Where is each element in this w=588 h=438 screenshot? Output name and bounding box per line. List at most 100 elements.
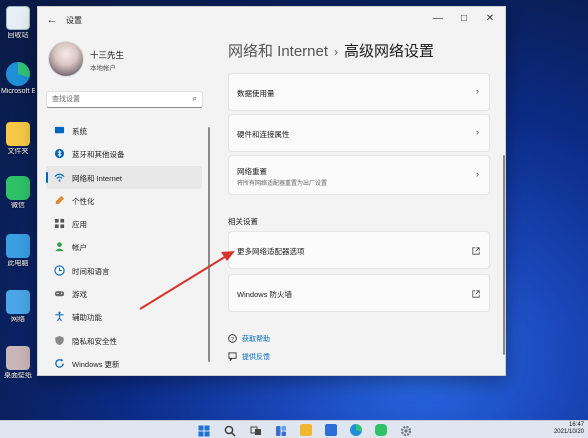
desktop-icon-label: 文件夹 — [7, 148, 29, 155]
system-clock[interactable]: 16:47 2021/10/20 — [554, 422, 584, 436]
user-profile[interactable]: 十三先生 本地帐户 — [48, 41, 208, 81]
network-icon — [6, 290, 30, 314]
avatar — [48, 41, 84, 77]
sidebar-item-personalization[interactable]: 个性化 — [46, 189, 202, 212]
sidebar-nav: 系统 蓝牙和其他设备 网络和 Internet 个性化 应用 帐户 时间和语言 — [46, 119, 206, 375]
update-icon — [55, 358, 64, 368]
sidebar-item-label: 隐私和安全性 — [72, 336, 117, 346]
window-title: 设置 — [66, 16, 82, 25]
sidebar-item-label: 游戏 — [72, 290, 87, 300]
desktop-icon-label: 此电脑 — [7, 260, 29, 267]
gamepad-icon — [54, 291, 65, 297]
chevron-right-icon: › — [476, 86, 479, 96]
network-reset-card[interactable]: 网络重置 将所有网络适配器重置为出厂设置 › — [228, 155, 490, 195]
breadcrumb-separator: › — [334, 45, 339, 59]
search-icon[interactable]: ⌕ — [193, 94, 197, 104]
chevron-right-icon: › — [476, 127, 479, 137]
external-link-icon — [472, 247, 480, 255]
sidebar-item-label: 系统 — [72, 127, 87, 136]
card-title: 更多网络适配器选项 — [237, 247, 305, 256]
maximize-button[interactable]: ☐ — [453, 11, 475, 27]
windows-firewall-card[interactable]: Windows 防火墙 — [228, 274, 490, 312]
clock-time: 16:47 — [568, 422, 584, 428]
active-indicator — [46, 171, 48, 183]
wechat-icon — [6, 176, 30, 200]
folder-icon — [6, 122, 30, 146]
desktop-icon-recycle-bin[interactable]: 回收站 — [1, 6, 35, 40]
minimize-button[interactable]: — — [427, 11, 449, 27]
link-label: 获取帮助 — [242, 336, 270, 343]
sidebar-scrollbar[interactable] — [208, 127, 210, 362]
display-icon — [54, 126, 65, 134]
account-icon — [55, 242, 64, 252]
breadcrumb: 网络和 Internet › 高级网络设置 — [228, 40, 434, 61]
card-title: 网络重置 — [237, 167, 267, 176]
brush-icon — [55, 195, 65, 205]
desktop-icon-label: 回收站 — [7, 32, 29, 39]
settings-icon[interactable] — [400, 424, 412, 437]
accessibility-icon — [55, 312, 64, 322]
breadcrumb-parent[interactable]: 网络和 Internet — [228, 43, 328, 60]
title-bar: ← 设置 — ☐ ✕ — [38, 7, 505, 33]
sidebar-item-label: 应用 — [72, 220, 87, 230]
settings-window: ← 设置 — ☐ ✕ 十三先生 本地帐户 ⌕ 系统 蓝牙和其他设备 网络和 In… — [37, 6, 506, 376]
account-type: 本地帐户 — [90, 65, 116, 72]
desktop-icon-wallpaper[interactable]: 桌面壁纸 — [1, 346, 35, 380]
desktop-icon-this-pc[interactable]: 此电脑 — [1, 234, 35, 268]
back-button[interactable]: ← — [44, 12, 60, 28]
widgets-icon[interactable] — [275, 424, 287, 436]
sidebar-item-accessibility[interactable]: 辅助功能 — [46, 305, 202, 328]
edge-icon[interactable] — [350, 424, 362, 436]
sidebar-item-label: 帐户 — [72, 243, 87, 253]
desktop-icon-wechat[interactable]: 微信 — [1, 176, 35, 210]
sidebar-item-label: 时间和语言 — [72, 266, 110, 276]
edge-icon — [6, 62, 30, 86]
sidebar-item-apps[interactable]: 应用 — [46, 212, 202, 235]
sidebar-item-windows-update[interactable]: Windows 更新 — [46, 352, 202, 375]
wifi-icon — [54, 173, 65, 182]
desktop-icon-network[interactable]: 网络 — [1, 290, 35, 324]
sidebar-item-accounts[interactable]: 帐户 — [46, 235, 202, 258]
apps-icon — [54, 219, 65, 229]
bluetooth-icon — [54, 149, 65, 159]
hardware-properties-card[interactable]: 硬件和连接属性 › — [228, 114, 490, 152]
start-icon[interactable] — [198, 424, 210, 437]
sidebar-item-label: 网络和 Internet — [72, 173, 123, 183]
wechat-icon[interactable] — [375, 424, 387, 436]
close-button[interactable]: ✕ — [479, 11, 501, 27]
related-settings-heading: 相关设置 — [228, 217, 258, 226]
file-explorer-icon[interactable] — [300, 424, 312, 436]
globe-clock-icon — [54, 265, 65, 276]
desktop-icon-label: Microsoft Edge — [1, 88, 35, 95]
sidebar-item-system[interactable]: 系统 — [46, 119, 202, 142]
search-box[interactable]: ⌕ — [46, 91, 203, 108]
sidebar-item-network[interactable]: 网络和 Internet — [46, 165, 202, 189]
card-title: 硬件和连接属性 — [237, 130, 290, 139]
recycle-bin-icon — [6, 6, 30, 30]
sidebar-item-label: 辅助功能 — [72, 313, 102, 323]
sidebar-item-label: 蓝牙和其他设备 — [72, 150, 125, 160]
desktop-icon-edge[interactable]: Microsoft Edge — [1, 62, 35, 96]
external-link-icon — [472, 290, 480, 298]
card-title: 数据使用量 — [237, 89, 275, 98]
task-view-icon[interactable] — [250, 424, 262, 436]
sidebar-item-time-language[interactable]: 时间和语言 — [46, 259, 202, 282]
wallpaper-icon — [6, 346, 30, 370]
sidebar-item-label: 个性化 — [72, 196, 95, 206]
search-icon[interactable] — [224, 424, 236, 437]
sidebar-item-gaming[interactable]: 游戏 — [46, 282, 202, 305]
desktop-icon-label: 微信 — [11, 202, 25, 209]
shield-icon — [55, 335, 64, 345]
sidebar-item-bluetooth[interactable]: 蓝牙和其他设备 — [46, 142, 202, 165]
sidebar-item-privacy[interactable]: 隐私和安全性 — [46, 329, 202, 352]
link-label: 提供反馈 — [242, 354, 270, 361]
search-input[interactable] — [52, 93, 182, 106]
card-subtitle: 将所有网络适配器重置为出厂设置 — [237, 181, 328, 187]
content-scrollbar[interactable] — [503, 155, 505, 355]
taskbar: 16:47 2021/10/20 — [0, 420, 588, 438]
desktop-icon-folder[interactable]: 文件夹 — [1, 122, 35, 156]
store-icon[interactable] — [325, 424, 337, 436]
data-usage-card[interactable]: 数据使用量 › — [228, 73, 490, 111]
more-adapter-options-card[interactable]: 更多网络适配器选项 — [228, 231, 490, 269]
desktop-icon-label: 网络 — [11, 316, 25, 323]
